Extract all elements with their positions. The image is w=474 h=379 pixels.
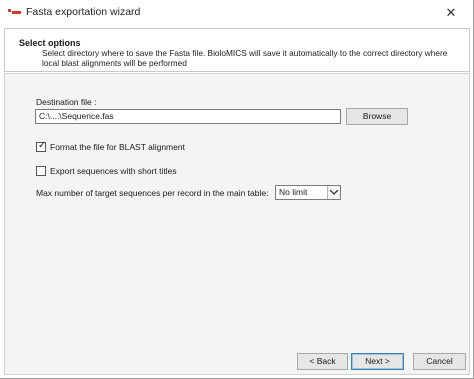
app-logo-icon	[8, 8, 22, 18]
format-blast-label: Format the file for BLAST alignment	[50, 142, 185, 152]
max-targets-label: Max number of target sequences per recor…	[36, 188, 269, 198]
short-titles-checkbox[interactable]	[36, 166, 46, 176]
short-titles-label: Export sequences with short titles	[50, 166, 177, 176]
max-targets-select[interactable]: No limit	[275, 185, 341, 200]
destination-label: Destination file :	[36, 97, 97, 107]
close-icon[interactable]: ✕	[439, 4, 463, 21]
checkmark-icon: ✓	[38, 140, 47, 151]
step-title: Select options	[19, 38, 81, 48]
step-description: Select directory where to save the Fasta…	[42, 48, 448, 68]
wizard-window: Fasta exportation wizard ✕ Select option…	[0, 0, 474, 379]
wizard-header: Select options Select directory where to…	[4, 28, 470, 72]
max-targets-value: No limit	[279, 187, 308, 197]
window-title: Fasta exportation wizard	[26, 6, 141, 18]
browse-button[interactable]: Browse	[346, 108, 408, 125]
cancel-button[interactable]: Cancel	[413, 353, 466, 370]
format-blast-checkbox[interactable]: ✓	[36, 140, 47, 152]
next-button[interactable]: Next >	[351, 353, 404, 370]
title-bar: Fasta exportation wizard ✕	[0, 0, 473, 26]
chevron-down-icon	[327, 186, 340, 199]
destination-file-input[interactable]: C:\....\Sequence.fas	[35, 109, 341, 124]
back-button[interactable]: < Back	[297, 353, 348, 370]
